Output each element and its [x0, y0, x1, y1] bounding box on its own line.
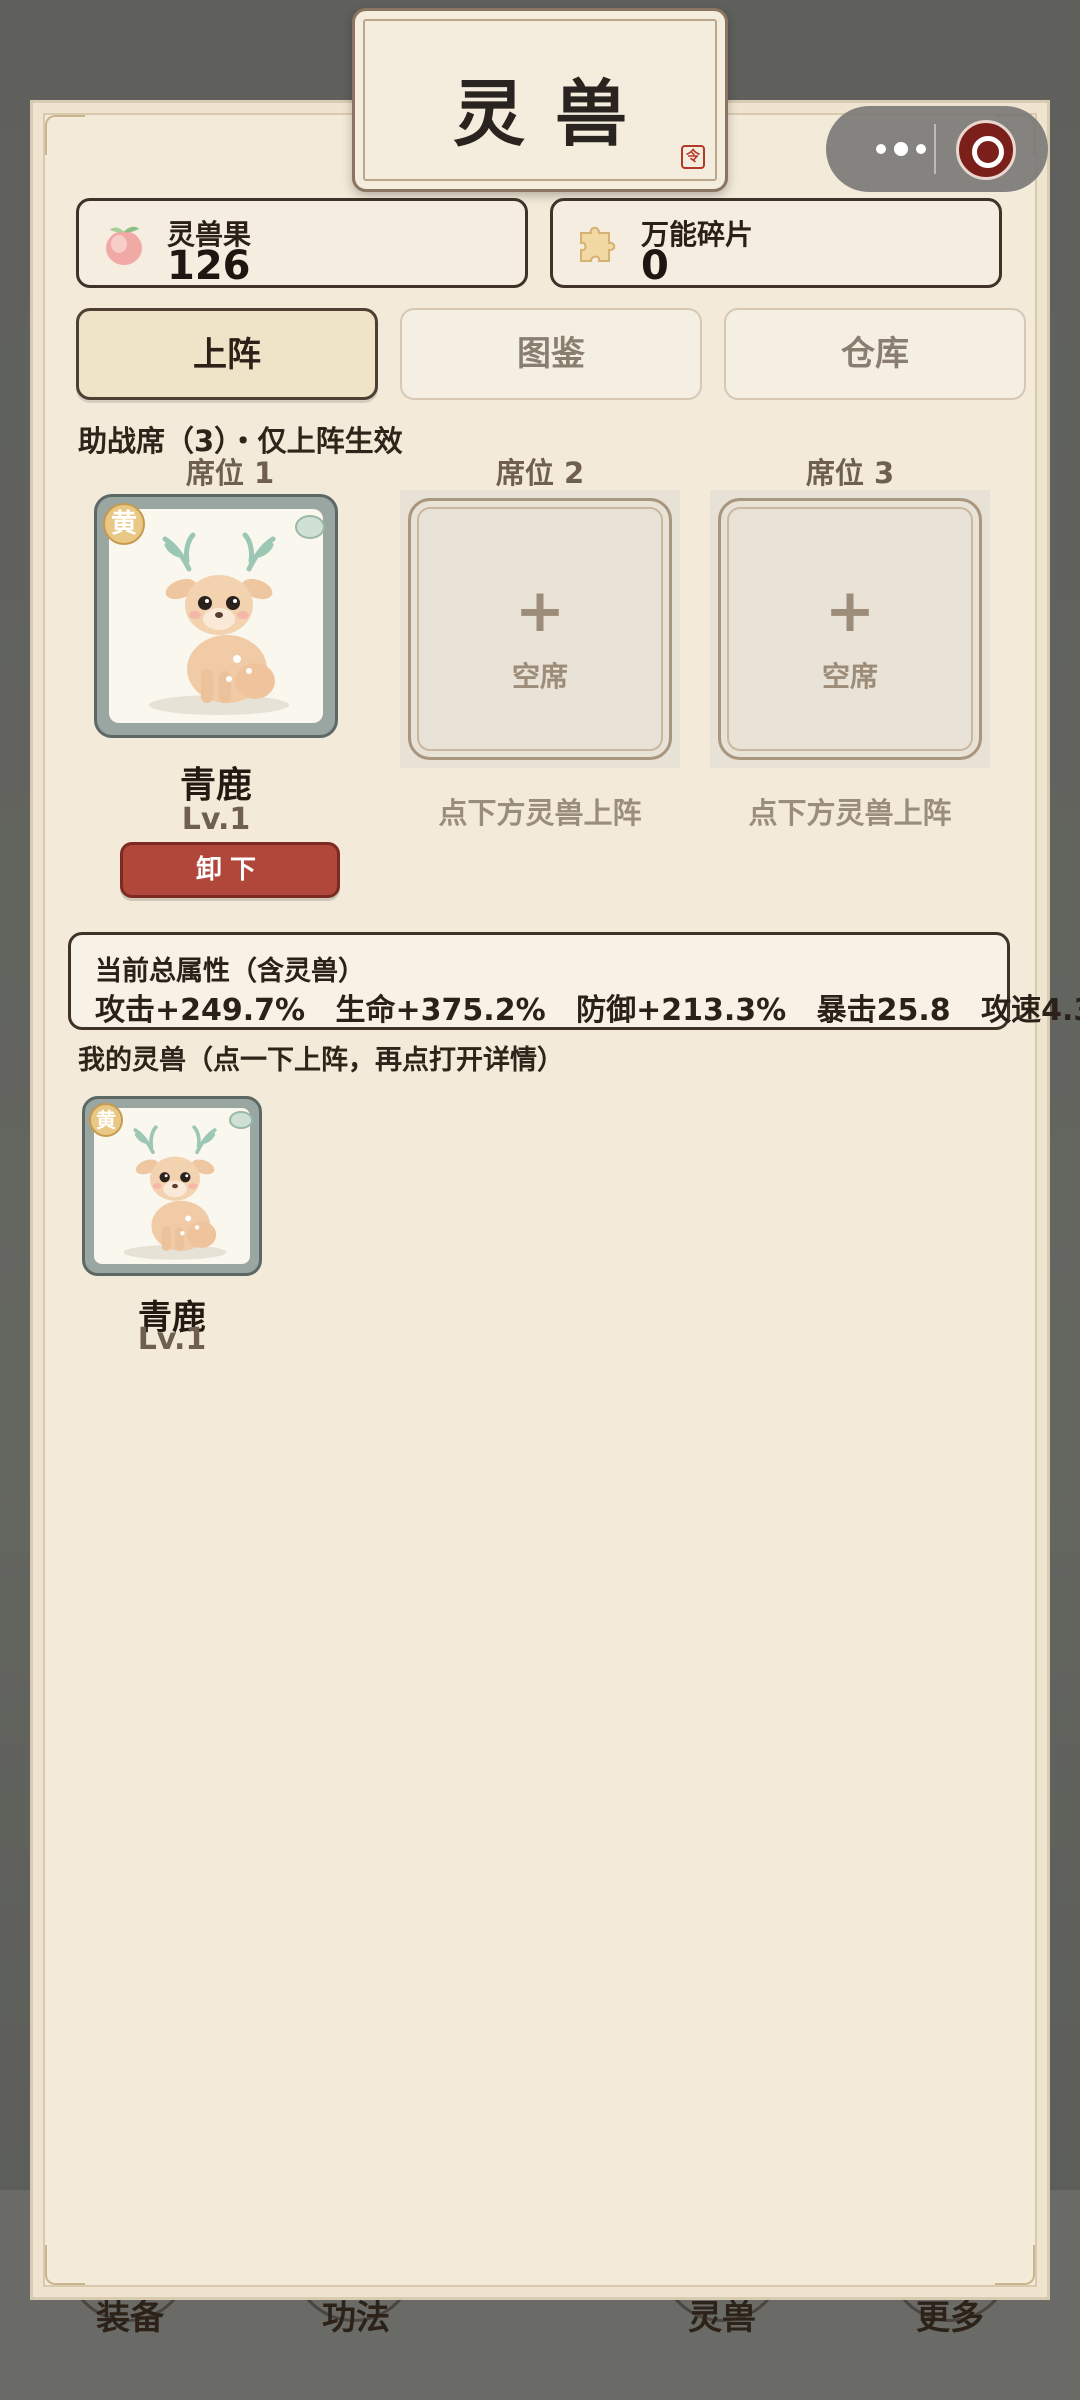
seat-3-empty[interactable]: + 空席 — [710, 490, 990, 768]
currency-value: 0 — [641, 243, 669, 289]
corner-ornament — [45, 2245, 85, 2285]
stat-attack: 攻击+249.7% — [95, 993, 306, 1028]
puzzle-piece-icon — [580, 226, 616, 262]
empty-seat-frame: + 空席 — [718, 498, 982, 760]
stat-hp: 生命+375.2% — [335, 993, 546, 1028]
my-pet-card[interactable]: 黄 — [82, 1096, 262, 1276]
currency-spirit-fruit: 灵兽果 126 — [76, 198, 528, 289]
seat-label: 席位 2 — [495, 456, 585, 490]
grade-badge: 黄 — [89, 1103, 123, 1137]
seat-1-pet-card[interactable]: 黄 — [94, 494, 338, 738]
currency-value: 126 — [167, 243, 251, 289]
grade-badge: 黄 — [103, 503, 145, 545]
stats-title: 当前总属性（含灵兽） — [95, 956, 365, 987]
close-target-icon[interactable] — [956, 120, 1016, 180]
plus-icon: + — [824, 576, 876, 646]
unload-button[interactable]: 卸下 — [120, 842, 340, 898]
mini-program-capsule — [826, 106, 1048, 192]
stat-attack-speed: 攻速4.3 — [981, 993, 1080, 1028]
stat-defense: 防御+213.3% — [576, 993, 787, 1028]
pet-level: Lv.1 — [137, 1322, 207, 1357]
seat-2-empty[interactable]: + 空席 — [400, 490, 680, 768]
empty-seat-frame: + 空席 — [408, 498, 672, 760]
title-plaque: 灵兽 令 — [352, 8, 728, 192]
tab-deploy[interactable]: 上阵 — [76, 308, 378, 400]
corner-ornament — [45, 115, 85, 155]
total-attributes-box: 当前总属性（含灵兽） 攻击+249.7% 生命+375.2% 防御+213.3%… — [68, 932, 1080, 1030]
stat-crit: 暴击25.8 — [816, 993, 951, 1028]
element-cloud-icon — [295, 515, 325, 539]
pet-level: Lv.1 — [181, 802, 251, 837]
deer-pet-icon — [149, 532, 289, 715]
seat-label: 席位 3 — [805, 456, 895, 490]
currency-universal-fragment: 万能碎片 0 — [550, 198, 1002, 289]
my-pets-heading: 我的灵兽（点一下上阵，再点打开详情） — [78, 1045, 564, 1076]
peach-icon — [106, 226, 142, 265]
element-cloud-icon — [229, 1111, 253, 1129]
seal-stamp-icon: 令 — [681, 145, 705, 169]
pet-portrait-frame — [109, 509, 323, 723]
pet-name: 青鹿 — [179, 765, 252, 806]
seat-hint: 点下方灵兽上阵 — [748, 796, 952, 830]
empty-seat-text: 空席 — [821, 660, 878, 693]
tab-storage[interactable]: 仓库 — [724, 308, 1026, 400]
plus-icon: + — [514, 576, 566, 646]
tab-codex[interactable]: 图鉴 — [400, 308, 702, 400]
capsule-divider — [934, 124, 936, 174]
page-title: 灵兽 — [452, 72, 657, 156]
seat-label: 席位 1 — [185, 456, 275, 490]
more-options-icon[interactable] — [856, 134, 946, 164]
empty-seat-text: 空席 — [511, 660, 568, 693]
stats-line: 攻击+249.7% 生命+375.2% 防御+213.3% 暴击25.8 攻速4… — [95, 985, 1080, 1029]
corner-ornament — [995, 2245, 1035, 2285]
seat-hint: 点下方灵兽上阵 — [438, 796, 642, 830]
